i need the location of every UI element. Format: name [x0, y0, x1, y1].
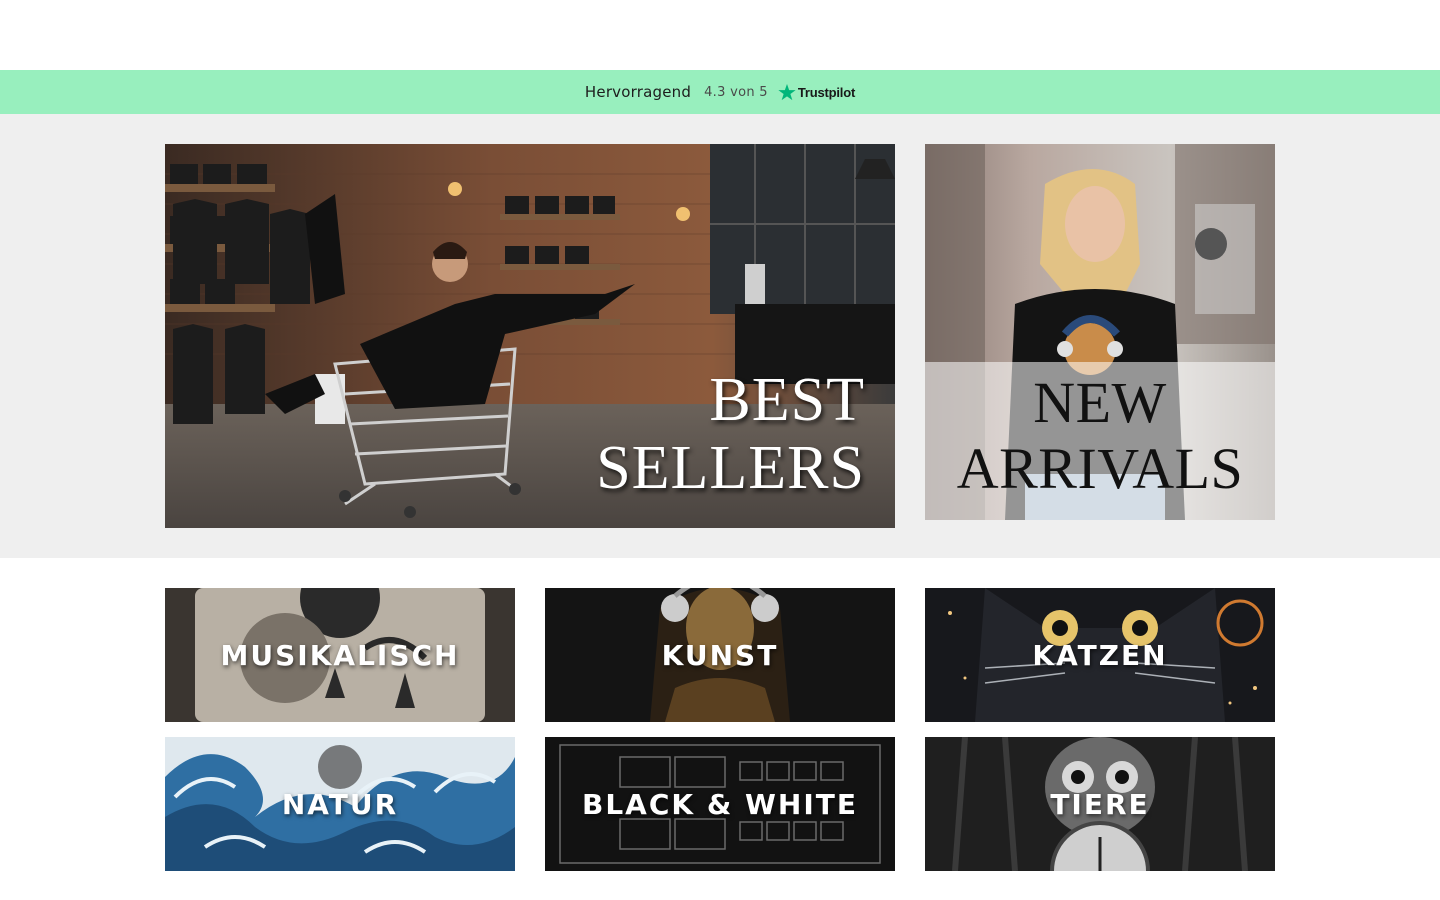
new-arrivals-line1: NEW: [1033, 370, 1167, 435]
trustpilot-rating-text: Hervorragend: [584, 83, 692, 101]
category-tile-tiere[interactable]: TIERE: [925, 737, 1275, 871]
category-label: NATUR: [281, 787, 399, 821]
trustpilot-bar[interactable]: Hervorragend 4.3 von 5 Trustpilot: [0, 70, 1440, 114]
category-label: MUSIKALISCH: [220, 638, 460, 672]
category-tile-musikalisch[interactable]: MUSIKALISCH: [165, 588, 515, 722]
hero-section: BEST SELLERS NEW ARRIVALS: [0, 114, 1440, 558]
category-label: KUNST: [661, 638, 779, 672]
category-label: KATZEN: [1032, 638, 1168, 672]
category-tile-kunst[interactable]: KUNST: [545, 588, 895, 722]
best-sellers-banner[interactable]: BEST SELLERS: [165, 144, 895, 528]
category-tile-natur[interactable]: NATUR: [165, 737, 515, 871]
best-sellers-line1: BEST: [709, 366, 865, 434]
best-sellers-title: BEST SELLERS: [596, 366, 865, 502]
new-arrivals-banner[interactable]: NEW ARRIVALS: [925, 144, 1275, 520]
new-arrivals-line2: ARRIVALS: [956, 436, 1244, 501]
category-label: TIERE: [1050, 787, 1150, 821]
category-tile-black-white[interactable]: BLACK & WHITE: [545, 737, 895, 871]
category-label: BLACK & WHITE: [582, 787, 858, 821]
trustpilot-brand: Trustpilot: [797, 84, 856, 100]
star-icon: [778, 83, 796, 100]
best-sellers-line2: SELLERS: [596, 434, 865, 502]
trustpilot-logo[interactable]: Trustpilot: [778, 83, 856, 101]
trustpilot-score: 4.3 von 5: [704, 84, 768, 100]
new-arrivals-title: NEW ARRIVALS: [925, 370, 1275, 502]
top-header: [0, 0, 1440, 70]
category-tile-katzen[interactable]: KATZEN: [925, 588, 1275, 722]
